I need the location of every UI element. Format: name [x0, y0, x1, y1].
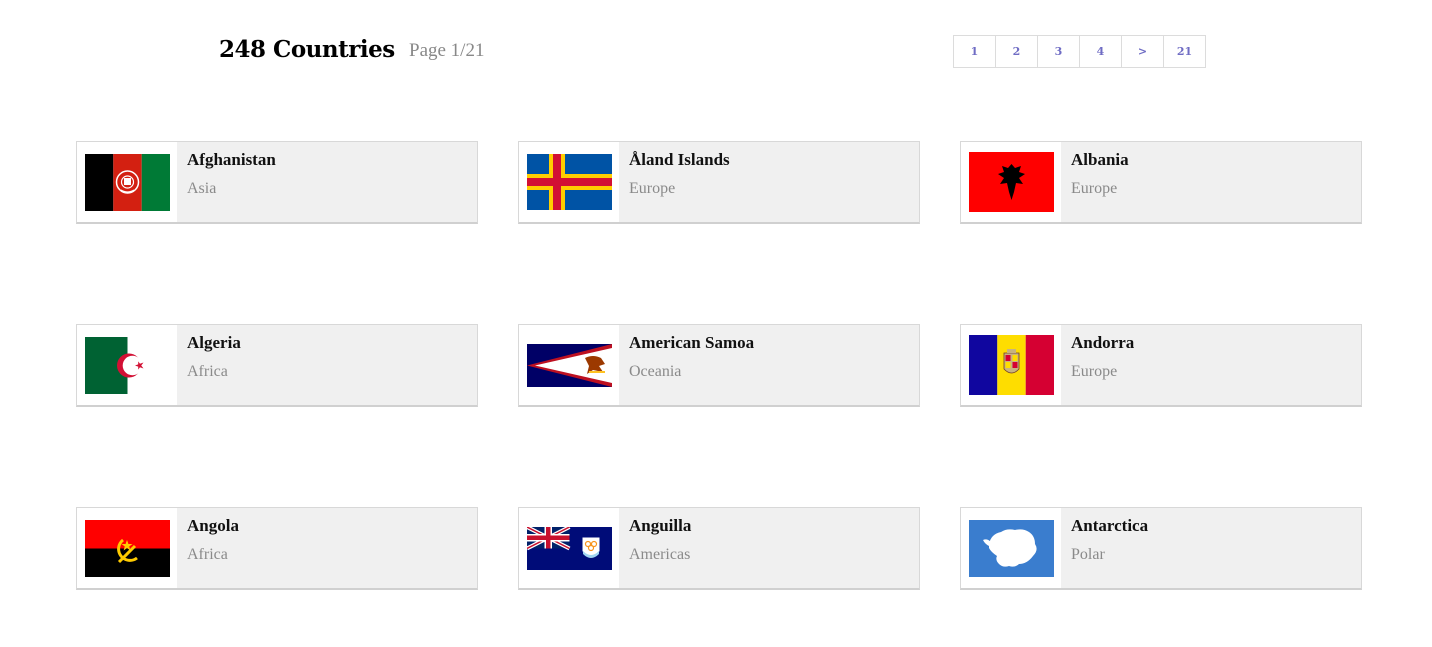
country-region: Africa [187, 546, 228, 563]
page-link-1[interactable]: 1 [953, 35, 996, 68]
country-name: Albania [1071, 150, 1129, 169]
country-region: Africa [187, 363, 228, 380]
country-card-andorra[interactable]: Andorra Europe [960, 324, 1362, 407]
country-name: Algeria [187, 333, 241, 352]
country-region: Oceania [629, 363, 682, 380]
last-page-link[interactable]: 21 [1163, 35, 1206, 68]
country-name: Antarctica [1071, 516, 1149, 535]
afghanistan-flag-icon [84, 153, 170, 211]
country-card-angola[interactable]: Angola Africa [76, 507, 478, 590]
american-samoa-flag-icon [526, 343, 612, 387]
pagination: 1 2 3 4 > 21 [953, 35, 1206, 68]
country-name: Åland Islands [629, 150, 730, 169]
country-card-anguilla[interactable]: Anguilla Americas [518, 507, 920, 590]
country-region: Europe [1071, 180, 1118, 197]
flag-container [77, 325, 177, 405]
country-card-afghanistan[interactable]: Afghanistan Asia [76, 141, 478, 224]
country-region: Europe [1071, 363, 1118, 380]
flag-container [519, 142, 619, 222]
flag-container [519, 325, 619, 405]
country-region: Europe [629, 180, 676, 197]
next-page-link[interactable]: > [1121, 35, 1164, 68]
flag-container [961, 325, 1061, 405]
country-region: Americas [629, 546, 691, 563]
country-name: American Samoa [629, 333, 755, 352]
algeria-flag-icon [84, 336, 170, 394]
country-name: Anguilla [629, 516, 692, 535]
page-link-2[interactable]: 2 [995, 35, 1038, 68]
flag-container [961, 508, 1061, 588]
page-link-4[interactable]: 4 [1079, 35, 1122, 68]
country-card-algeria[interactable]: Algeria Africa [76, 324, 478, 407]
country-card-aland-islands[interactable]: Åland Islands Europe [518, 141, 920, 224]
country-card-albania[interactable]: Albania Europe [960, 141, 1362, 224]
country-region: Polar [1071, 546, 1105, 563]
country-card-american-samoa[interactable]: American Samoa Oceania [518, 324, 920, 407]
flag-container [77, 142, 177, 222]
andorra-flag-icon [968, 335, 1054, 395]
countries-count-title: 248 Countries [219, 36, 395, 63]
countries-page: 248 Countries Page 1/21 1 2 3 4 > 21 Afg… [0, 0, 1432, 647]
angola-flag-icon [84, 519, 170, 577]
country-region: Asia [187, 180, 217, 197]
country-card-antarctica[interactable]: Antarctica Polar [960, 507, 1362, 590]
aland-islands-flag-icon [526, 154, 612, 210]
country-name: Angola [187, 516, 239, 535]
page-indicator: Page 1/21 [409, 40, 485, 61]
anguilla-flag-icon [526, 526, 612, 570]
flag-container [519, 508, 619, 588]
page-link-3[interactable]: 3 [1037, 35, 1080, 68]
flag-container [961, 142, 1061, 222]
country-name: Afghanistan [187, 150, 276, 169]
country-name: Andorra [1071, 333, 1135, 352]
antarctica-flag-icon [968, 519, 1054, 577]
flag-container [77, 508, 177, 588]
albania-flag-icon [968, 152, 1054, 212]
